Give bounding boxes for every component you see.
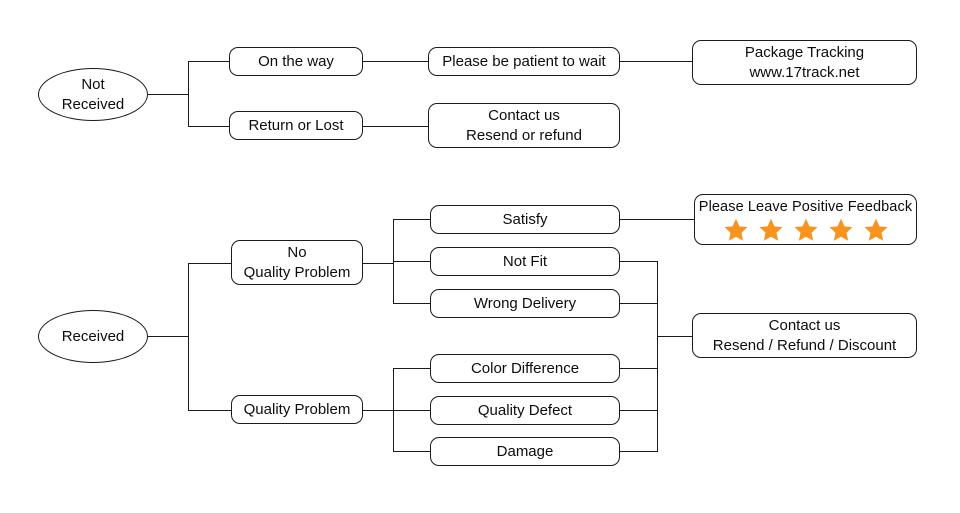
star-icon xyxy=(864,218,887,241)
connector-damage-to-spine xyxy=(620,451,657,452)
connector-return-to-contact xyxy=(363,126,428,127)
node-return-or-lost-label: Return or Lost xyxy=(248,116,344,134)
star-icon xyxy=(794,218,817,241)
connector-color-difference-to-spine xyxy=(620,368,657,369)
connector-to-on-the-way xyxy=(188,61,229,62)
star-icon xyxy=(724,218,747,241)
node-contact-us-resend-refund-label: Contact us Resend or refund xyxy=(466,107,582,144)
connector-outcome-spine xyxy=(657,261,658,452)
node-contact-us-resend-refund-discount[interactable]: Contact us Resend / Refund / Discount xyxy=(692,313,917,358)
node-quality-defect[interactable]: Quality Defect xyxy=(430,396,620,425)
node-color-difference-label: Color Difference xyxy=(470,359,580,377)
node-package-tracking[interactable]: Package Tracking www.17track.net xyxy=(692,40,917,85)
connector-spine-to-contact-us xyxy=(657,336,692,337)
node-not-fit-label: Not Fit xyxy=(502,252,548,270)
node-quality-problem-label: Quality Problem xyxy=(243,400,351,418)
node-quality-defect-label: Quality Defect xyxy=(477,401,573,419)
connector-quality-defect-to-spine xyxy=(620,410,657,411)
connector-wait-to-tracking xyxy=(620,61,692,62)
connector-satisfy-to-feedback xyxy=(620,219,695,220)
connector-to-color-difference xyxy=(393,368,430,369)
node-not-received[interactable]: Not Received xyxy=(38,68,148,121)
connector-to-not-fit xyxy=(393,261,430,262)
connector-quality-problem-out xyxy=(363,410,393,411)
node-contact-us-resend-refund-discount-label: Contact us Resend / Refund / Discount xyxy=(712,317,897,354)
node-please-be-patient[interactable]: Please be patient to wait xyxy=(428,47,620,76)
node-damage[interactable]: Damage xyxy=(430,437,620,466)
node-on-the-way-label: On the way xyxy=(258,52,334,70)
node-quality-problem[interactable]: Quality Problem xyxy=(231,395,363,424)
node-no-quality-problem-label: No Quality Problem xyxy=(243,244,351,281)
node-wrong-delivery[interactable]: Wrong Delivery xyxy=(430,289,620,318)
node-package-tracking-label: Package Tracking www.17track.net xyxy=(744,44,865,81)
connector-not-received-stem xyxy=(148,94,188,95)
node-positive-feedback-label: Please Leave Positive Feedback xyxy=(698,198,913,215)
star-icon xyxy=(829,218,852,241)
node-positive-feedback[interactable]: Please Leave Positive Feedback xyxy=(694,194,917,245)
connector-to-satisfy xyxy=(393,219,430,220)
connector-to-quality-defect xyxy=(393,410,430,411)
connector-no-quality-problem-out xyxy=(363,263,393,264)
connector-to-quality-problem xyxy=(188,410,231,411)
star-rating[interactable] xyxy=(723,217,889,243)
node-please-be-patient-label: Please be patient to wait xyxy=(442,52,606,70)
connector-to-return-or-lost xyxy=(188,126,229,127)
node-on-the-way[interactable]: On the way xyxy=(229,47,363,76)
node-not-received-label: Not Received xyxy=(61,76,125,113)
node-color-difference[interactable]: Color Difference xyxy=(430,354,620,383)
connector-received-trunk xyxy=(188,263,189,410)
flowchart-canvas: Not Received On the way Please be patien… xyxy=(0,0,960,513)
node-received[interactable]: Received xyxy=(38,310,148,363)
connector-received-stem xyxy=(148,336,188,337)
node-wrong-delivery-label: Wrong Delivery xyxy=(473,294,577,312)
node-no-quality-problem[interactable]: No Quality Problem xyxy=(231,240,363,285)
node-contact-us-resend-refund[interactable]: Contact us Resend or refund xyxy=(428,103,620,148)
connector-to-wrong-delivery xyxy=(393,303,430,304)
connector-wrong-delivery-to-spine xyxy=(620,303,657,304)
node-damage-label: Damage xyxy=(496,442,554,460)
node-satisfy[interactable]: Satisfy xyxy=(430,205,620,234)
node-return-or-lost[interactable]: Return or Lost xyxy=(229,111,363,140)
connector-not-received-trunk xyxy=(188,61,189,126)
connector-not-fit-to-spine xyxy=(620,261,657,262)
star-icon xyxy=(759,218,782,241)
connector-to-damage xyxy=(393,451,430,452)
connector-to-no-quality-problem xyxy=(188,263,231,264)
node-not-fit[interactable]: Not Fit xyxy=(430,247,620,276)
node-satisfy-label: Satisfy xyxy=(502,210,548,228)
connector-on-the-way-to-wait xyxy=(363,61,428,62)
node-received-label: Received xyxy=(61,327,125,345)
